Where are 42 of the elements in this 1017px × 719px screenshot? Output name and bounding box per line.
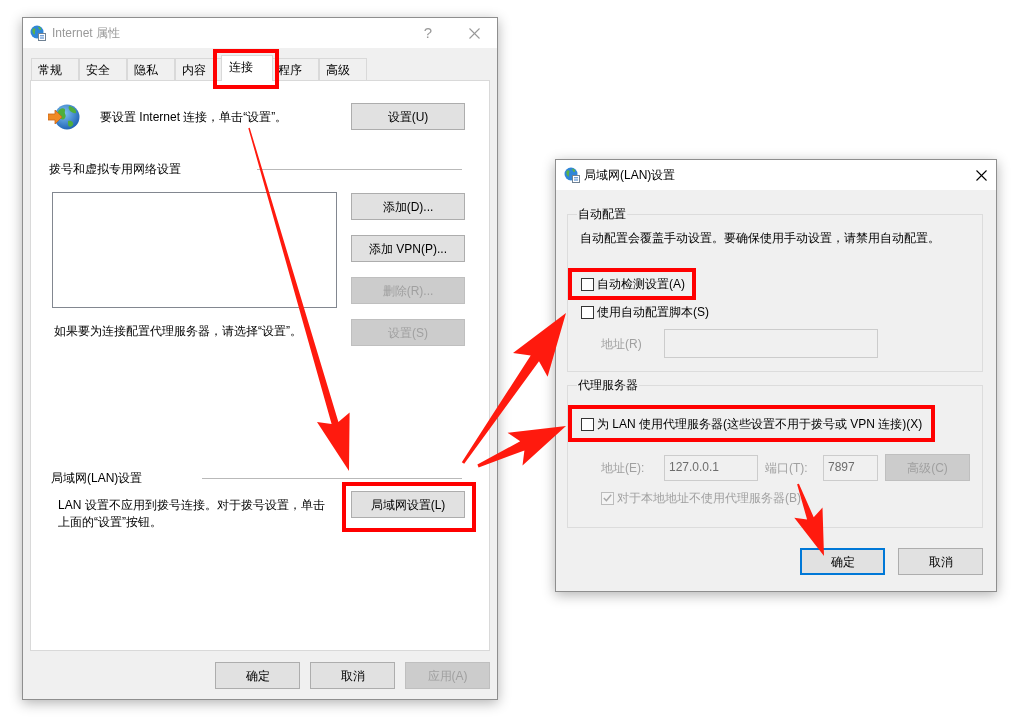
add-vpn-button[interactable]: 添加 VPN(P)... bbox=[351, 235, 465, 262]
add-button[interactable]: 添加(D)... bbox=[351, 193, 465, 220]
checkbox-label: 自动检测设置(A) bbox=[597, 276, 685, 292]
window-title: Internet 属性 bbox=[52, 25, 121, 41]
lan-description: LAN 设置不应用到拨号连接。对于拨号设置，单击上面的“设置”按钮。 bbox=[58, 497, 326, 531]
connection-list[interactable] bbox=[52, 192, 337, 308]
window-title: 局域网(LAN)设置 bbox=[584, 167, 676, 183]
globe-icon bbox=[30, 25, 46, 41]
checkbox-label: 对于本地地址不使用代理服务器(B) bbox=[617, 490, 801, 506]
setup-button[interactable]: 设置(U) bbox=[351, 103, 465, 130]
ok-button[interactable]: 确定 bbox=[800, 548, 885, 575]
checkbox[interactable] bbox=[581, 417, 594, 431]
tab[interactable]: 连接 bbox=[221, 55, 273, 81]
cancel-button[interactable]: 取消 bbox=[310, 662, 395, 689]
section-heading: 局域网(LAN)设置 bbox=[51, 470, 143, 486]
auto-config-description: 自动配置会覆盖手动设置。要确保使用手动设置，请禁用自动配置。 bbox=[580, 230, 941, 246]
checkbox-label: 为 LAN 使用代理服务器(这些设置不用于拨号或 VPN 连接)(X) bbox=[597, 416, 923, 432]
ok-button[interactable]: 确定 bbox=[215, 662, 300, 689]
setup-text: 要设置 Internet 连接，单击“设置”。 bbox=[100, 108, 288, 125]
tab[interactable]: 隐私 bbox=[127, 58, 175, 80]
globe-arrow-icon bbox=[48, 102, 80, 131]
checkbox-label: 使用自动配置脚本(S) bbox=[597, 304, 709, 320]
cancel-button[interactable]: 取消 bbox=[898, 548, 983, 575]
proxy-note: 如果要为连接配置代理服务器，请选择“设置”。 bbox=[54, 323, 303, 339]
script-address-field[interactable] bbox=[664, 329, 878, 358]
highlight-frame bbox=[213, 49, 279, 89]
lan-settings-button[interactable]: 局域网设置(L) bbox=[351, 491, 465, 518]
close-icon bbox=[468, 27, 480, 39]
tab[interactable]: 安全 bbox=[79, 58, 127, 80]
close-icon bbox=[975, 169, 987, 181]
section-heading: 拨号和虚拟专用网络设置 bbox=[49, 161, 181, 177]
checkmark-icon bbox=[603, 494, 612, 502]
tab[interactable]: 高级 bbox=[319, 58, 367, 80]
group-title: 代理服务器 bbox=[577, 377, 639, 393]
checkbox[interactable] bbox=[581, 305, 594, 319]
field-label: 地址(R) bbox=[601, 335, 643, 352]
checkbox[interactable] bbox=[581, 277, 594, 291]
globe-icon bbox=[564, 167, 580, 183]
field-label: 端口(T): bbox=[765, 459, 809, 476]
group-title: 自动配置 bbox=[577, 206, 627, 222]
tab[interactable]: 常规 bbox=[31, 58, 79, 80]
field-label: 地址(E): bbox=[601, 459, 646, 476]
